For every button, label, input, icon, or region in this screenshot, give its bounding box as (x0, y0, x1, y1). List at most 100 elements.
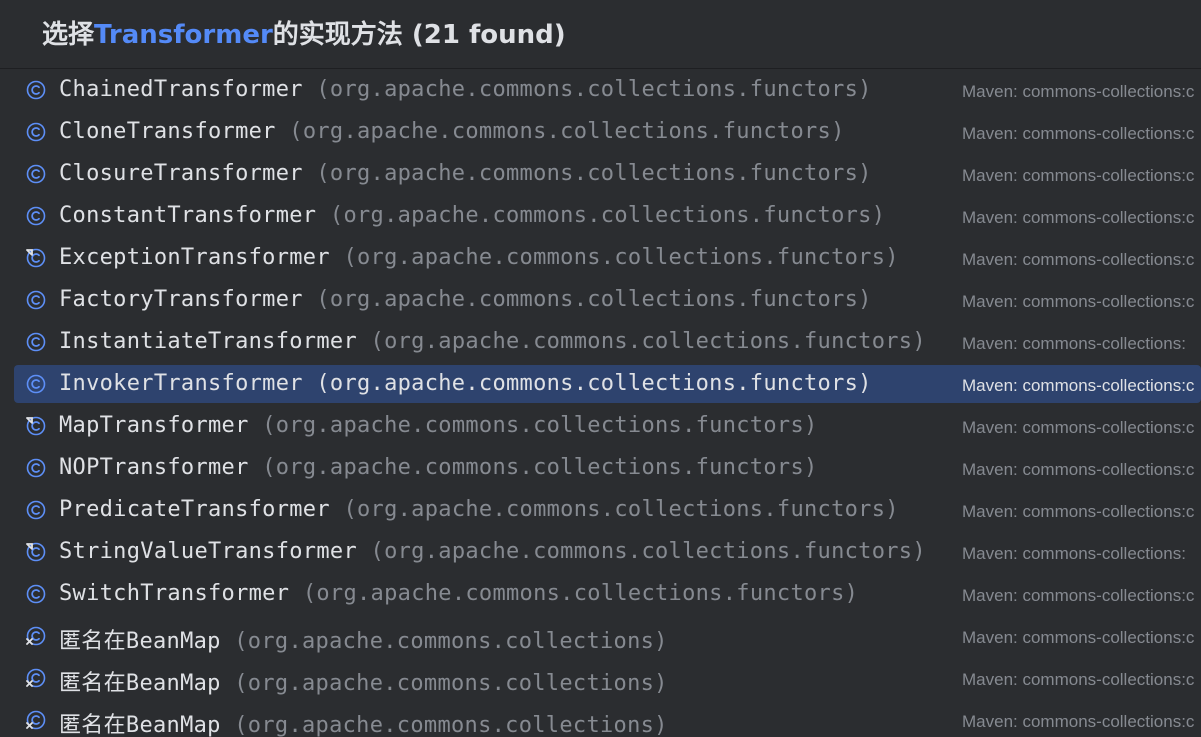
class-name-text: NOPTransformer (59, 455, 249, 480)
class-link-icon (26, 248, 46, 268)
package-name: (org.apache.commons.collections.functors… (370, 539, 926, 564)
library-label: Maven: commons-collections:c (962, 82, 1195, 101)
class-name: FactoryTransformer (org.apache.commons.c… (59, 287, 872, 312)
class-name-text: InstantiateTransformer (59, 329, 357, 354)
package-name: (org.apache.commons.collections.functors… (262, 455, 818, 480)
class-name: MapTransformer (org.apache.commons.colle… (59, 413, 818, 438)
list-item[interactable]: 匿名在BeanMap (org.apache.commons.collectio… (14, 701, 1201, 737)
class-icon (26, 332, 46, 352)
class-link-icon (26, 542, 46, 562)
popup-header: 选择Transformer的实现方法 (21 found) (0, 0, 1201, 69)
implementations-popup: 选择Transformer的实现方法 (21 found) ChainedTra… (0, 0, 1201, 737)
package-name: (org.apache.commons.collections.functors… (316, 371, 872, 396)
package-name: (org.apache.commons.collections.functors… (262, 413, 818, 438)
list-item[interactable]: ConstantTransformer (org.apache.commons.… (14, 197, 1201, 235)
library-label: Maven: commons-collections:c (962, 376, 1195, 395)
library-label: Maven: commons-collections:c (962, 670, 1195, 689)
class-name: 匿名在BeanMap (org.apache.commons.collectio… (59, 665, 668, 697)
class-name-text: FactoryTransformer (59, 287, 303, 312)
class-name: StringValueTransformer (org.apache.commo… (59, 539, 926, 564)
library-label: Maven: commons-collections:c (962, 586, 1195, 605)
list-item[interactable]: InstantiateTransformer (org.apache.commo… (14, 323, 1201, 361)
package-name: (org.apache.commons.collections.functors… (316, 161, 872, 186)
package-name: (org.apache.commons.collections.functors… (316, 77, 872, 102)
library-label: Maven: commons-collections: (962, 544, 1186, 563)
package-name: (org.apache.commons.collections.functors… (289, 119, 845, 144)
class-name: SwitchTransformer (org.apache.commons.co… (59, 581, 858, 606)
class-icon (26, 290, 46, 310)
class-name: PredicateTransformer (org.apache.commons… (59, 497, 899, 522)
anonymous-class-icon (26, 626, 46, 646)
package-name: (org.apache.commons.collections.functors… (370, 329, 926, 354)
class-name-text: ConstantTransformer (59, 203, 317, 228)
list-item[interactable]: NOPTransformer (org.apache.commons.colle… (14, 449, 1201, 487)
library-label: Maven: commons-collections:c (962, 418, 1195, 437)
package-name: (org.apache.commons.collections.functors… (343, 245, 899, 270)
anonymous-class-icon (26, 668, 46, 688)
list-item[interactable]: 匿名在BeanMap (org.apache.commons.collectio… (14, 617, 1201, 655)
list-item[interactable]: ExceptionTransformer (org.apache.commons… (14, 239, 1201, 277)
class-name-text: ChainedTransformer (59, 77, 303, 102)
list-item[interactable]: ChainedTransformer (org.apache.commons.c… (14, 71, 1201, 109)
title-highlight: Transformer (94, 20, 273, 50)
implementations-list: ChainedTransformer (org.apache.commons.c… (0, 69, 1201, 737)
class-name-text: MapTransformer (59, 413, 249, 438)
class-name: ConstantTransformer (org.apache.commons.… (59, 203, 885, 228)
list-item[interactable]: MapTransformer (org.apache.commons.colle… (14, 407, 1201, 445)
library-label: Maven: commons-collections:c (962, 250, 1195, 269)
class-name-text: 匿名在BeanMap (59, 671, 221, 696)
title-suffix: 的实现方法 (21 found) (272, 20, 566, 50)
class-name: InstantiateTransformer (org.apache.commo… (59, 329, 926, 354)
library-label: Maven: commons-collections:c (962, 460, 1195, 479)
list-item[interactable]: InvokerTransformer (org.apache.commons.c… (14, 365, 1201, 403)
library-label: Maven: commons-collections: (962, 334, 1186, 353)
list-item[interactable]: CloneTransformer (org.apache.commons.col… (14, 113, 1201, 151)
class-name-text: ClosureTransformer (59, 161, 303, 186)
class-icon (26, 374, 46, 394)
package-name: (org.apache.commons.collections) (234, 713, 668, 737)
class-name: 匿名在BeanMap (org.apache.commons.collectio… (59, 623, 668, 655)
list-item[interactable]: FactoryTransformer (org.apache.commons.c… (14, 281, 1201, 319)
class-icon (26, 122, 46, 142)
class-icon (26, 164, 46, 184)
class-icon (26, 206, 46, 226)
title-prefix: 选择 (42, 20, 95, 50)
list-item[interactable]: PredicateTransformer (org.apache.commons… (14, 491, 1201, 529)
class-icon (26, 80, 46, 100)
class-name: ClosureTransformer (org.apache.commons.c… (59, 161, 872, 186)
class-name-text: ExceptionTransformer (59, 245, 330, 270)
package-name: (org.apache.commons.collections.functors… (302, 581, 859, 606)
anonymous-class-icon (26, 710, 46, 730)
class-name: ChainedTransformer (org.apache.commons.c… (59, 77, 872, 102)
popup-title: 选择Transformer的实现方法 (21 found) (42, 14, 566, 51)
class-name: CloneTransformer (org.apache.commons.col… (59, 119, 845, 144)
library-label: Maven: commons-collections:c (962, 124, 1195, 143)
class-name-text: PredicateTransformer (59, 497, 330, 522)
class-icon (26, 458, 46, 478)
class-name-text: 匿名在BeanMap (59, 713, 221, 737)
class-icon (26, 500, 46, 520)
library-label: Maven: commons-collections:c (962, 166, 1195, 185)
library-label: Maven: commons-collections:c (962, 712, 1195, 731)
package-name: (org.apache.commons.collections.functors… (329, 203, 886, 228)
class-name-text: SwitchTransformer (59, 581, 290, 606)
list-item[interactable]: SwitchTransformer (org.apache.commons.co… (14, 575, 1201, 613)
library-label: Maven: commons-collections:c (962, 628, 1195, 647)
class-name-text: 匿名在BeanMap (59, 629, 221, 654)
class-name: NOPTransformer (org.apache.commons.colle… (59, 455, 818, 480)
list-item[interactable]: 匿名在BeanMap (org.apache.commons.collectio… (14, 659, 1201, 697)
class-name: ExceptionTransformer (org.apache.commons… (59, 245, 899, 270)
class-icon (26, 584, 46, 604)
package-name: (org.apache.commons.collections) (234, 629, 668, 654)
package-name: (org.apache.commons.collections.functors… (343, 497, 899, 522)
class-name-text: InvokerTransformer (59, 371, 303, 396)
package-name: (org.apache.commons.collections.functors… (316, 287, 872, 312)
library-label: Maven: commons-collections:c (962, 502, 1195, 521)
list-item[interactable]: StringValueTransformer (org.apache.commo… (14, 533, 1201, 571)
library-label: Maven: commons-collections:c (962, 292, 1195, 311)
class-name: 匿名在BeanMap (org.apache.commons.collectio… (59, 707, 668, 737)
class-name: InvokerTransformer (org.apache.commons.c… (59, 371, 872, 396)
class-link-icon (26, 416, 46, 436)
list-item[interactable]: ClosureTransformer (org.apache.commons.c… (14, 155, 1201, 193)
library-label: Maven: commons-collections:c (962, 208, 1195, 227)
